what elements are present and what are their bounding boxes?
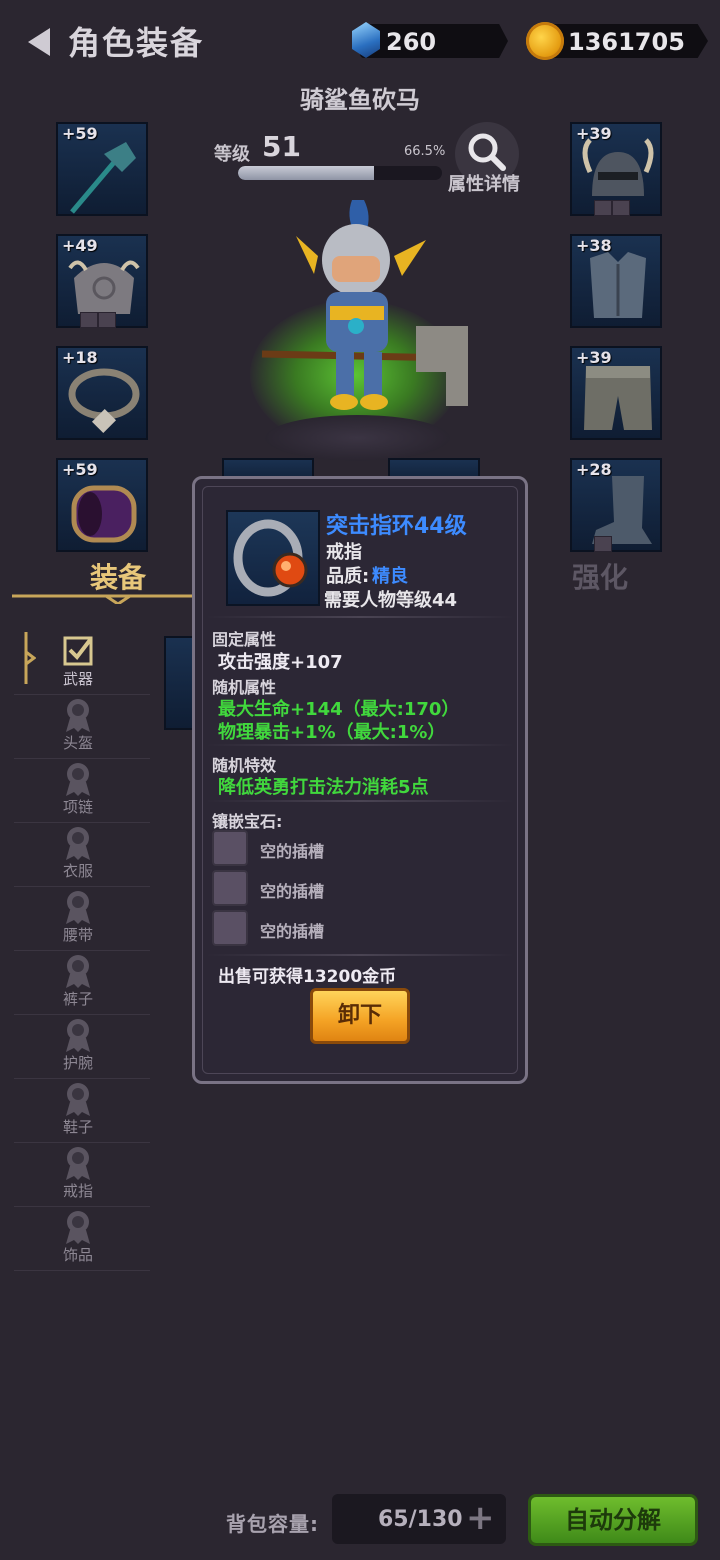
category-label: 衣服 <box>62 862 93 880</box>
level-label: 等级 <box>214 144 250 165</box>
divider <box>206 954 514 956</box>
gem-count: 260 <box>386 28 437 56</box>
category-clothes[interactable]: 衣服 <box>14 822 150 887</box>
page-title: 角色装备 <box>68 24 205 62</box>
gems-label: 镶嵌宝石: <box>212 812 283 831</box>
badge-icon <box>66 891 90 924</box>
boot-icon <box>592 476 652 544</box>
divider <box>206 744 514 746</box>
category-label: 戒指 <box>62 1182 93 1200</box>
slot-shoulder[interactable]: +49 <box>56 234 148 328</box>
badge-icon <box>66 827 90 860</box>
gem-socket-icon <box>594 200 612 216</box>
category-belt[interactable]: 腰带 <box>14 886 150 951</box>
badge-icon <box>66 699 90 732</box>
fixed-attr-label: 固定属性 <box>212 630 277 649</box>
category-helmet[interactable]: 头盔 <box>14 694 150 759</box>
item-type: 戒指 <box>326 542 362 563</box>
level-value: 51 <box>262 130 301 163</box>
category-bracer[interactable]: 护腕 <box>14 1014 150 1079</box>
slot-legs[interactable]: +39 <box>570 346 662 440</box>
badge-icon <box>66 1147 90 1180</box>
level-requirement: 需要人物等级44 <box>324 590 458 611</box>
details-label[interactable]: 属性详情 <box>448 170 520 196</box>
coin-icon <box>526 22 564 60</box>
socket-label: 空的插槽 <box>260 842 325 861</box>
category-weapon[interactable]: 武器 <box>14 630 150 695</box>
expand-bag-button[interactable]: + <box>466 1498 495 1538</box>
back-arrow-icon[interactable] <box>28 28 50 56</box>
badge-icon <box>66 1083 90 1116</box>
random-attr: 物理暴击+1%（最大:1%） <box>218 722 446 743</box>
socket-label: 空的插槽 <box>260 882 325 901</box>
pedestal <box>265 415 450 461</box>
bag-capacity-label: 背包容量: <box>226 1512 319 1536</box>
bag-capacity-value: 65/130 <box>378 1507 463 1532</box>
horned-helmet-icon <box>582 138 654 196</box>
socket-label: 空的插槽 <box>260 922 325 941</box>
ring-icon <box>233 519 308 597</box>
axe-icon <box>70 142 136 214</box>
slot-helmet[interactable]: +39 <box>570 122 662 216</box>
gem-socket[interactable] <box>212 830 248 866</box>
exp-percent: 66.5% <box>404 144 446 159</box>
random-effect: 降低英勇打击法力消耗5点 <box>218 777 429 798</box>
category-label: 护腕 <box>62 1054 93 1072</box>
category-ring[interactable]: 戒指 <box>14 1142 150 1207</box>
checkbox-icon <box>63 636 93 666</box>
sell-price: 出售可获得13200金币 <box>218 967 397 987</box>
chest-armor-icon <box>590 252 646 318</box>
divider <box>206 616 514 618</box>
category-label: 裤子 <box>62 990 93 1008</box>
quality-label: 品质: <box>326 566 370 587</box>
tab-enhance[interactable]: 强化 <box>572 556 628 596</box>
gem-socket[interactable] <box>212 910 248 946</box>
slot-chest[interactable]: +38 <box>570 234 662 328</box>
gem-socket-icon <box>612 200 630 216</box>
slot-necklace[interactable]: +18 <box>56 346 148 440</box>
slot-boots[interactable]: +28 <box>570 458 662 552</box>
quality-value: 精良 <box>372 566 408 587</box>
gem-socket[interactable] <box>212 870 248 906</box>
category-pants[interactable]: 裤子 <box>14 950 150 1015</box>
gem-socket-icon <box>594 536 612 552</box>
inventory-item[interactable] <box>164 636 194 730</box>
gem-socket-icon <box>80 312 98 328</box>
gold-count: 1361705 <box>568 28 685 56</box>
character-name: 骑鲨鱼砍马 <box>300 86 420 114</box>
category-label: 武器 <box>62 670 93 688</box>
tab-underline <box>12 594 192 604</box>
exp-bar <box>238 166 442 180</box>
item-icon-frame <box>226 510 320 606</box>
auto-decompose-button[interactable]: 自动分解 <box>528 1494 698 1546</box>
slot-weapon[interactable]: +59 <box>56 122 148 216</box>
necklace-icon <box>68 368 140 434</box>
category-label: 鞋子 <box>62 1118 93 1136</box>
category-label: 项链 <box>62 798 93 816</box>
badge-icon <box>66 955 90 988</box>
knight-character <box>261 200 468 410</box>
unequip-button[interactable]: 卸下 <box>310 988 410 1044</box>
pauldron-icon <box>68 260 140 314</box>
badge-icon <box>66 1019 90 1052</box>
category-label: 饰品 <box>62 1246 93 1264</box>
leg-armor-icon <box>584 366 652 430</box>
badge-icon <box>66 1211 90 1244</box>
item-name: 突击指环44级 <box>326 514 467 539</box>
gem-socket-icon <box>98 312 116 328</box>
badge-icon <box>66 763 90 796</box>
fixed-attr: 攻击强度+107 <box>218 652 343 673</box>
bracer-icon <box>71 485 137 543</box>
divider <box>206 800 514 802</box>
category-label: 头盔 <box>62 734 93 752</box>
category-shoes[interactable]: 鞋子 <box>14 1078 150 1143</box>
slot-bracer[interactable]: +59 <box>56 458 148 552</box>
category-label: 腰带 <box>62 926 93 944</box>
category-necklace[interactable]: 项链 <box>14 758 150 823</box>
exp-bar-fill <box>238 166 374 180</box>
category-accessory[interactable]: 饰品 <box>14 1206 150 1271</box>
